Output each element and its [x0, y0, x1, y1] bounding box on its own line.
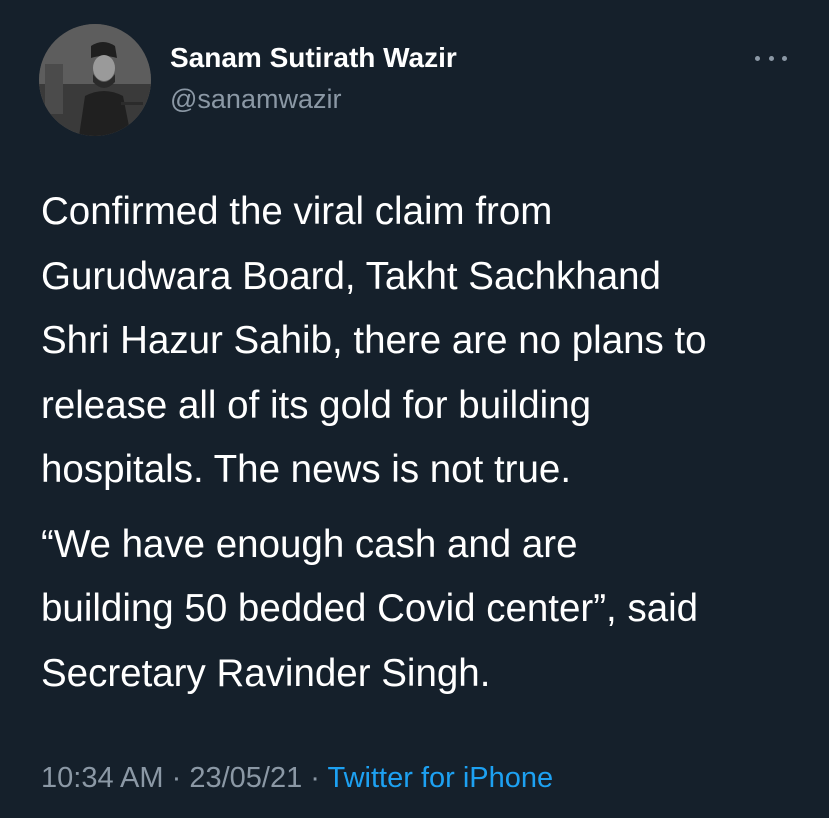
- tweet-date[interactable]: 23/05/21: [189, 762, 302, 794]
- tweet-paragraph: Confirmed the viral claim from Gurudwara…: [41, 190, 707, 491]
- more-options-icon[interactable]: [755, 52, 787, 64]
- more-dot: [768, 55, 774, 61]
- tweet-meta: 10:34 AM · 23/05/21 · Twitter for iPhone: [41, 762, 553, 795]
- author-display-name[interactable]: Sanam Sutirath Wazir: [170, 42, 457, 74]
- more-dot: [782, 55, 787, 61]
- meta-separator: ·: [171, 762, 182, 794]
- tweet-paragraph: “We have enough cash and are building 50…: [41, 522, 699, 695]
- tweet-body: Confirmed the viral claim from Gurudwara…: [41, 180, 811, 706]
- more-dot: [755, 55, 760, 61]
- meta-separator: ·: [310, 762, 320, 794]
- author-handle[interactable]: @sanamwazir: [170, 84, 341, 115]
- profile-photo-icon: [39, 24, 151, 136]
- tweet-time[interactable]: 10:34 AM: [41, 762, 164, 794]
- tweet-source-link[interactable]: Twitter for iPhone: [328, 762, 554, 794]
- avatar[interactable]: [39, 24, 151, 136]
